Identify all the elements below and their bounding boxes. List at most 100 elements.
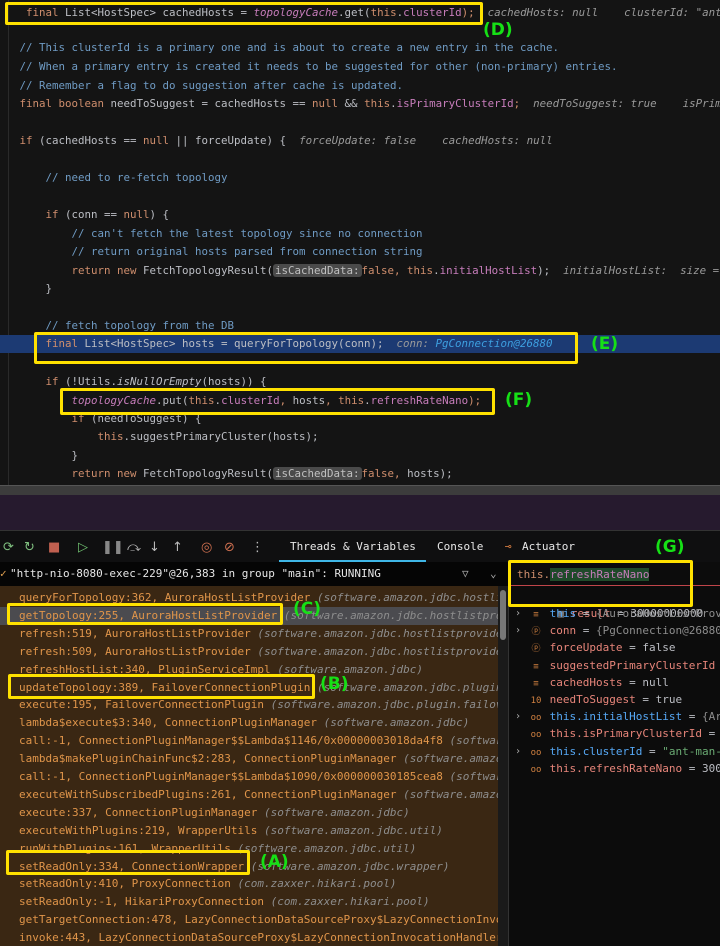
- stack-frame[interactable]: execute:337, ConnectionPluginManager (so…: [0, 804, 498, 822]
- code-token: // This clusterId is a primary one and i…: [0, 41, 560, 54]
- stack-frame[interactable]: lambda$makePluginChainFunc$2:283, Connec…: [0, 750, 498, 768]
- code-token: isPrimaryClusterId: [396, 97, 514, 110]
- stack-frame[interactable]: runWithPlugins:161, WrapperUtils (softwa…: [0, 840, 498, 858]
- stack-frame[interactable]: getTopology:255, AuroraHostListProvider …: [0, 606, 498, 625]
- code-token: );: [537, 264, 551, 277]
- stack-frame[interactable]: refreshHostList:340, PluginServiceImpl (…: [0, 661, 498, 679]
- stack-frame[interactable]: call:-1, ConnectionPluginManager$$Lambda…: [0, 768, 498, 786]
- filter-icon[interactable]: ▽: [462, 562, 469, 586]
- code-line: return new FetchTopologyResult(isCachedD…: [0, 465, 720, 483]
- frame-method: queryForTopology:362, AuroraHostListProv…: [19, 591, 311, 604]
- view-breakpoints-icon[interactable]: ◎: [201, 540, 212, 555]
- expand-chevron-icon[interactable]: ›: [515, 743, 521, 760]
- restart-icon[interactable]: ↻: [24, 540, 35, 555]
- mute-breakpoints-icon[interactable]: ⊘: [224, 540, 235, 555]
- frame-method: executeWithPlugins:219, WrapperUtils: [19, 823, 258, 837]
- code-editor[interactable]: final List<HostSpec> cachedHosts = topol…: [0, 0, 720, 485]
- stack-frame[interactable]: queryForTopology:362, AuroraHostListProv…: [0, 589, 498, 607]
- tab-threads-variables[interactable]: Threads & Variables: [290, 540, 416, 553]
- annotation-label-b: (B): [320, 674, 349, 694]
- chevron-down-icon[interactable]: ⌄: [490, 562, 497, 586]
- variable-row[interactable]: ≡ suggestedPrimaryClusterId = null: [509, 657, 720, 674]
- variable-name: this.refreshRateNano: [549, 761, 683, 775]
- variable-row[interactable]: 10 needToSuggest = true: [509, 691, 720, 708]
- code-token: || forceUpdate) {: [175, 134, 287, 147]
- code-token: needToSuggest = cachedHosts ==: [110, 97, 313, 110]
- frame-method: setReadOnly:334, ConnectionWrapper: [19, 859, 245, 873]
- thread-selector[interactable]: ✓ "http-nio-8080-exec-229"@26,383 in gro…: [0, 562, 508, 586]
- code-token: null: [123, 208, 150, 221]
- tab-actuator[interactable]: Actuator: [522, 540, 575, 553]
- code-token: if: [0, 134, 40, 147]
- stop-icon[interactable]: ■: [48, 540, 60, 555]
- stack-frame[interactable]: refresh:509, AuroraHostListProvider (sof…: [0, 643, 498, 661]
- code-line: // fetch topology from the DB: [0, 317, 720, 335]
- variable-row[interactable]: ›oo this.clusterId = "ant-man-...: [509, 743, 720, 760]
- step-over-icon[interactable]: ⤼: [127, 540, 141, 555]
- evaluation-result[interactable]: ▦ result = 30000000000: [509, 588, 720, 620]
- variable-row[interactable]: ›oo this.initialHostList = {ArrayList@..…: [509, 708, 720, 725]
- stack-frame[interactable]: getTargetConnection:478, LazyConnectionD…: [0, 911, 498, 929]
- stack-frame[interactable]: updateTopology:389, FailoverConnectionPl…: [0, 679, 498, 697]
- variable-object: {PgConnection@26880}: [596, 624, 720, 638]
- variable-row[interactable]: ≡ cachedHosts = null: [509, 674, 720, 691]
- code-token: hosts: [292, 394, 326, 407]
- more-icon[interactable]: ⋮: [251, 540, 264, 555]
- code-token: }: [0, 449, 79, 462]
- frame-package: (software.amazon.jdbc.hostlistprovider): [317, 591, 498, 604]
- stack-frame[interactable]: call:-1, ConnectionPluginManager$$Lambda…: [0, 732, 498, 750]
- code-token: (hosts)) {: [201, 375, 267, 388]
- rerun-icon[interactable]: ⟳: [3, 540, 14, 555]
- annotation-label-a: (A): [260, 852, 289, 872]
- variable-name: suggestedPrimaryClusterId: [549, 658, 716, 672]
- frames-scrollbar[interactable]: [498, 586, 508, 946]
- variable-row[interactable]: › ⓟ conn = {PgConnection@26880}: [509, 622, 720, 639]
- stack-frame[interactable]: setReadOnly:410, ProxyConnection (com.za…: [0, 875, 498, 893]
- variable-row[interactable]: ⓟ forceUpdate = false: [509, 639, 720, 656]
- variable-row[interactable]: oo this.isPrimaryClusterId = true: [509, 725, 720, 742]
- stack-frame[interactable]: setReadOnly:-1, HikariProxyConnection (c…: [0, 893, 498, 911]
- frame-method: call:-1, ConnectionPluginManager$$Lambda…: [19, 734, 443, 748]
- variable-name: this.isPrimaryClusterId: [549, 727, 702, 741]
- frame-method: refresh:509, AuroraHostListProvider: [19, 644, 251, 658]
- code-token: isNullOrEmpty: [117, 375, 202, 388]
- expand-chevron-icon[interactable]: ›: [515, 622, 521, 639]
- panel-splitter[interactable]: [0, 485, 720, 495]
- code-token: // Remember a flag to do suggestion afte…: [0, 79, 404, 92]
- code-token: if: [0, 412, 92, 425]
- code-line: topologyCache.put(this.clusterId, hosts,…: [0, 392, 720, 410]
- stack-frame[interactable]: lambda$execute$3:340, ConnectionPluginMa…: [0, 714, 498, 732]
- code-token: (needToSuggest) {: [91, 412, 202, 425]
- code-token: .get(: [338, 6, 371, 19]
- frames-scrollbar-thumb[interactable]: [500, 590, 506, 640]
- resume-icon[interactable]: ▷: [78, 540, 88, 555]
- stack-frame[interactable]: invoke:443, LazyConnectionDataSourceProx…: [0, 929, 498, 946]
- code-token: if: [0, 208, 66, 221]
- frame-package: (software.amazon.jdbc.util): [230, 841, 417, 855]
- variable-row[interactable]: ›≡ this = {AuroraHostListProvider@...}: [509, 605, 720, 622]
- stack-frame[interactable]: executeWithPlugins:219, WrapperUtils (so…: [0, 822, 498, 840]
- code-token: return new: [0, 264, 144, 277]
- variable-value: = false: [622, 641, 676, 655]
- code-line: final boolean needToSuggest = cachedHost…: [0, 95, 720, 113]
- variable-name: cachedHosts: [549, 675, 623, 689]
- inline-debug-value: cachedHosts: null clusterId: "ant-man-: [487, 6, 720, 19]
- tab-console[interactable]: Console: [437, 540, 483, 553]
- expand-chevron-icon[interactable]: ›: [515, 708, 521, 725]
- step-into-icon[interactable]: ↓: [149, 540, 160, 555]
- stack-frame[interactable]: executeWithSubscribedPlugins:261, Connec…: [0, 786, 498, 804]
- code-token: topologyCache: [0, 394, 157, 407]
- variable-row[interactable]: oo this.refreshRateNano = 30000000000: [509, 760, 720, 777]
- check-icon: ✓: [0, 567, 7, 580]
- pause-icon[interactable]: ❚❚: [102, 540, 124, 555]
- stack-frame[interactable]: setReadOnly:334, ConnectionWrapper (soft…: [0, 858, 498, 876]
- stack-frame[interactable]: refresh:519, AuroraHostListProvider (sof…: [0, 625, 498, 643]
- step-out-icon[interactable]: ↑: [172, 540, 183, 555]
- expand-chevron-icon[interactable]: ›: [515, 605, 521, 622]
- evaluate-expression-input[interactable]: this.refreshRateNano: [509, 564, 720, 586]
- frames-list: queryForTopology:362, AuroraHostListProv…: [0, 586, 498, 946]
- code-line: if (!Utils.isNullOrEmpty(hosts)) {: [0, 373, 720, 391]
- frame-method: runWithPlugins:161, WrapperUtils: [19, 841, 231, 855]
- stack-frame[interactable]: execute:195, FailoverConnectionPlugin (s…: [0, 696, 498, 714]
